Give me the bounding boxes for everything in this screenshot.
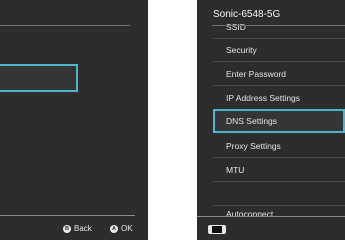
panel-footer	[197, 217, 345, 240]
back-label: Back	[74, 224, 92, 233]
list-item-proxy-settings[interactable]: Proxy Settings	[213, 134, 345, 158]
list-item-dns-settings[interactable]: DNS Settings	[213, 109, 345, 133]
list-item-label: Proxy Settings	[226, 141, 281, 151]
ok-label: OK	[121, 224, 133, 233]
ok-hint[interactable]: A OK	[110, 224, 133, 233]
handheld-console-icon	[208, 225, 226, 234]
list-item-mtu[interactable]: MTU	[213, 158, 345, 182]
divider	[0, 25, 130, 26]
a-button-icon: A	[110, 224, 118, 233]
list-item-label: Security	[226, 45, 257, 55]
back-hint[interactable]: B Back	[63, 224, 92, 233]
list-item-ip-address-settings[interactable]: IP Address Settings	[213, 86, 345, 110]
panel-header: Sonic-6548-5G	[197, 0, 345, 24]
left-panel: B Back A OK	[0, 0, 148, 240]
footer-divider	[0, 215, 135, 216]
list-item-security[interactable]: Security	[213, 38, 345, 62]
list-item-label: DNS Settings	[226, 116, 278, 126]
network-name-title: Sonic-6548-5G	[213, 9, 281, 20]
selected-list-item[interactable]	[0, 64, 78, 92]
list-item-enter-password[interactable]: Enter Password	[213, 62, 345, 86]
b-button-icon: B	[63, 224, 71, 233]
list-item-label: IP Address Settings	[226, 93, 301, 103]
right-panel: SSID Security Enter Password IP Address …	[197, 0, 345, 240]
header-divider	[212, 25, 345, 26]
list-item-label: Enter Password	[226, 69, 286, 79]
list-item-label: MTU	[226, 165, 245, 175]
